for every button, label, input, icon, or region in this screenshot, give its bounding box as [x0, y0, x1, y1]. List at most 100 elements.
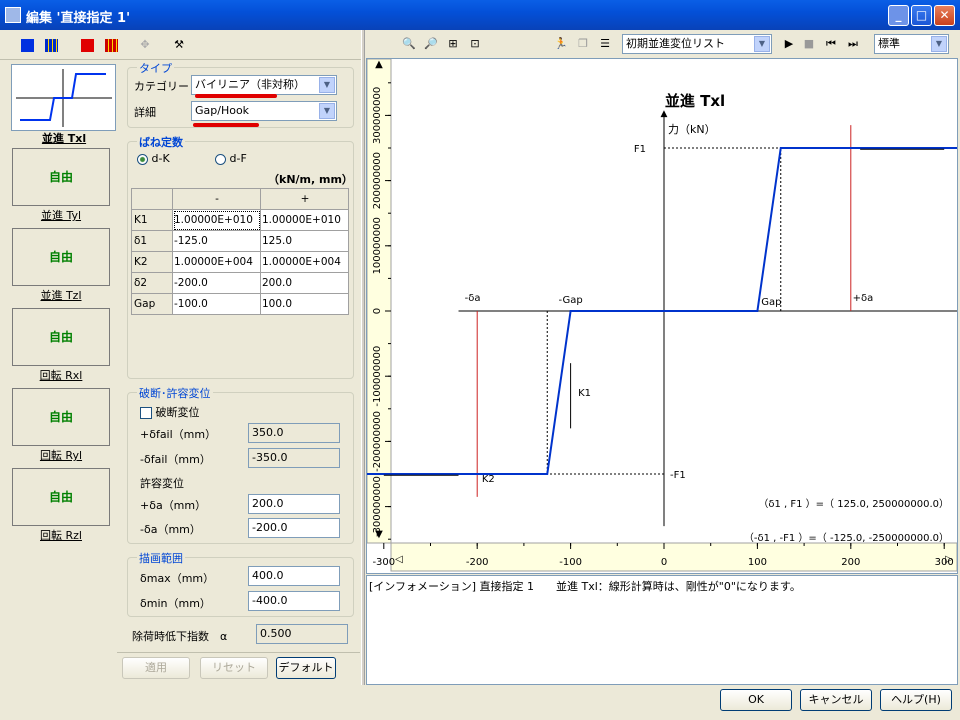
dof-tz-button[interactable]: 自由 — [12, 228, 110, 286]
table-cell[interactable]: 100.0 — [260, 293, 349, 315]
table-cell[interactable]: 1.00000E+010 — [260, 209, 349, 231]
dof-ty-button[interactable]: 自由 — [12, 148, 110, 206]
chevron-down-icon: ▼ — [931, 36, 947, 52]
radio-dk[interactable]: d-K — [137, 152, 170, 165]
x-tick-label: 200 — [841, 557, 860, 568]
k1-label: K1 — [578, 388, 591, 399]
help-button[interactable]: ヘルプ(H) — [880, 689, 952, 711]
readout-plus: （δ1 , F1 ）=（ 125.0, 250000000.0） — [758, 498, 949, 510]
fit-icon[interactable]: ⊞ — [442, 33, 464, 55]
spring-tool-icon[interactable]: ⚒ — [168, 34, 190, 56]
fail-minus-field[interactable]: -350.0 — [248, 448, 340, 468]
detail-value: Gap/Hook — [195, 104, 250, 117]
y-tick-label: 200000000 — [372, 152, 383, 209]
radio-unselected-icon — [215, 153, 226, 165]
title-bar: 編集 '直接指定 1' _ □ ✕ — [0, 0, 960, 30]
step-forward-icon[interactable]: ⏭ — [842, 33, 864, 55]
allow-plus-field[interactable]: 200.0 — [248, 494, 340, 514]
thumbnail-graph[interactable] — [11, 64, 116, 131]
dof-rz-button[interactable]: 自由 — [12, 468, 110, 526]
row-header: Gap — [131, 293, 173, 315]
y-tick-label: 100000000 — [372, 217, 383, 274]
fail-plus-label: +δfail（mm） — [140, 428, 217, 441]
dof-tz-label: 並進 Tzl — [40, 289, 82, 302]
table-cell[interactable]: 1.00000E+004 — [172, 251, 261, 273]
ok-button[interactable]: OK — [720, 689, 792, 711]
failure-group-title: 破断･許容変位 — [137, 385, 213, 401]
red-square-icon[interactable] — [76, 34, 98, 56]
minus-da-label: -δa — [465, 293, 481, 304]
row-header: δ1 — [131, 230, 173, 252]
blue-grid-icon[interactable] — [40, 34, 62, 56]
x-tick-label: 100 — [748, 557, 767, 568]
frame-icon[interactable]: ⊡ — [464, 33, 486, 55]
list-select[interactable]: 初期並進変位リスト ▼ — [622, 34, 772, 54]
thumbnail-curve — [16, 69, 112, 127]
runner-icon[interactable]: 🏃 — [550, 33, 572, 55]
chart-toolbar: 🔍 🔎 ⊞ ⊡ 🏃 ❐ ☰ 初期並進変位リスト ▼ ▶ ■ ⏮ ⏭ 標準 ▼ — [366, 30, 960, 58]
min-field[interactable]: -400.0 — [248, 591, 340, 611]
table-cell[interactable]: 1.00000E+010 — [172, 209, 261, 231]
default-button[interactable]: デフォルト — [276, 657, 336, 679]
step-back-icon[interactable]: ⏮ — [820, 33, 842, 55]
ruler-left-arrow: ◁ — [395, 554, 403, 565]
y-axis-label: 力（kN） — [668, 123, 716, 136]
detail-select[interactable]: Gap/Hook ▼ — [191, 101, 337, 121]
chart-svg: ▲▼◁ ▷-300000000-200000000-100000000010000… — [186, 58, 960, 572]
left-toolbar: ✥ ⚒ — [0, 30, 362, 60]
cancel-button[interactable]: キャンセル — [800, 689, 872, 711]
allow-minus-field[interactable]: -200.0 — [248, 518, 340, 538]
table-cell[interactable]: 125.0 — [260, 230, 349, 252]
fail-plus-field[interactable]: 350.0 — [248, 423, 340, 443]
failure-checkbox[interactable]: 破断変位 — [140, 404, 200, 420]
red-grid-icon[interactable] — [100, 34, 122, 56]
ruler-up-arrow: ▲ — [375, 59, 383, 70]
zoom-in-icon[interactable]: 🔍 — [398, 33, 420, 55]
close-button[interactable]: ✕ — [934, 5, 955, 26]
allow-plus-label: +δa（mm） — [140, 499, 207, 512]
mode-select[interactable]: 標準 ▼ — [874, 34, 949, 54]
x-tick-label: -100 — [559, 557, 582, 568]
radio-df[interactable]: d-F — [215, 152, 247, 165]
unload-label: 除荷時低下指数 α — [132, 630, 228, 643]
table-cell[interactable]: -100.0 — [172, 293, 261, 315]
minimize-button[interactable]: _ — [888, 5, 909, 26]
table-row: K1 1.00000E+010 1.00000E+010 — [131, 209, 349, 231]
blue-square-icon[interactable] — [16, 34, 38, 56]
chart-area: ▲ ▼ ◁ ▷ -300000000 -200000000 -100000000 0 10000… — [186, 58, 960, 574]
col-minus-header: - — [172, 188, 261, 210]
draw-range-title: 描画範囲 — [137, 550, 185, 566]
move-icon[interactable]: ✥ — [134, 34, 156, 56]
max-field[interactable]: 400.0 — [248, 566, 340, 586]
category-label: カテゴリー — [134, 80, 189, 93]
y-tick-label: -100000000 — [372, 346, 383, 407]
window-title: 編集 '直接指定 1' — [26, 11, 131, 26]
chevron-down-icon: ▼ — [319, 77, 335, 93]
units-label: （kN/m, mm） — [268, 173, 353, 186]
unload-field[interactable]: 0.500 — [256, 624, 348, 644]
dof-rx-button[interactable]: 自由 — [12, 308, 110, 366]
f1-label: F1 — [634, 144, 646, 155]
thumbnail-label: 並進 Txl — [41, 132, 87, 145]
splitter[interactable] — [361, 30, 365, 685]
y-tick-label: 300000000 — [372, 87, 383, 144]
maximize-button[interactable]: □ — [911, 5, 932, 26]
list-icon[interactable]: ☰ — [594, 33, 616, 55]
y-tick-label: 0 — [372, 308, 383, 314]
table-row: K2 1.00000E+004 1.00000E+004 — [131, 251, 349, 273]
table-cell[interactable]: -200.0 — [172, 272, 261, 294]
info-text: [インフォメーション] 直接指定 1 並進 Txl：線形計算時は、剛性が"0"に… — [369, 580, 801, 593]
table-cell[interactable]: 1.00000E+004 — [260, 251, 349, 273]
stop-icon[interactable]: ■ — [798, 33, 820, 55]
info-pane: [インフォメーション] 直接指定 1 並進 Txl：線形計算時は、剛性が"0"に… — [366, 575, 958, 685]
category-select[interactable]: バイリニア（非対称） ▼ — [191, 75, 337, 95]
play-icon[interactable]: ▶ — [778, 33, 800, 55]
zoom-out-icon[interactable]: 🔎 — [420, 33, 442, 55]
table-cell[interactable]: -125.0 — [172, 230, 261, 252]
table-cell[interactable]: 200.0 — [260, 272, 349, 294]
apply-button[interactable]: 適用 — [122, 657, 190, 679]
copy-icon[interactable]: ❐ — [572, 33, 594, 55]
reset-button[interactable]: リセット — [200, 657, 268, 679]
dof-ry-button[interactable]: 自由 — [12, 388, 110, 446]
failure-checkbox-label: 破断変位 — [155, 406, 200, 419]
